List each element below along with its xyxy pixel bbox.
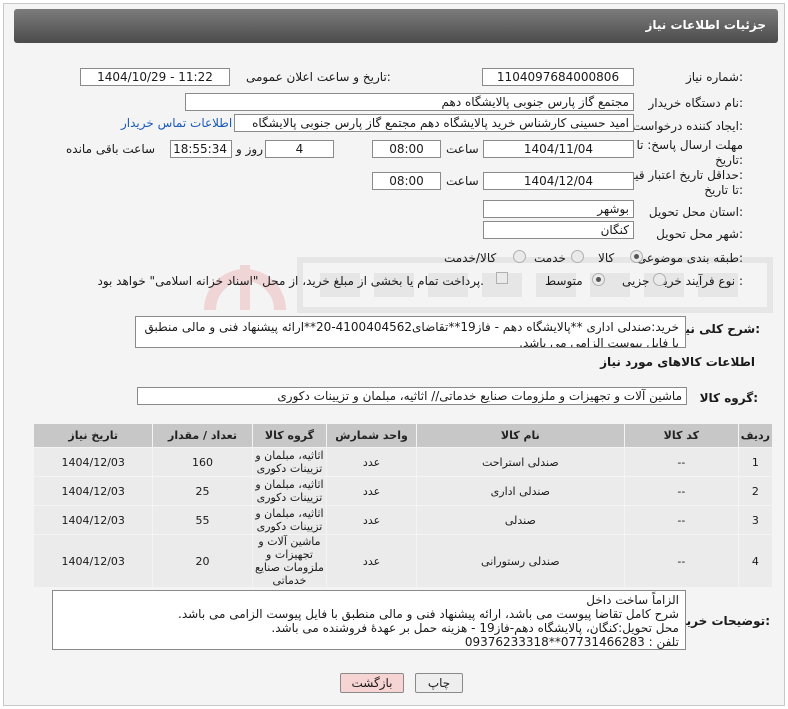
cell-code: --: [623, 476, 739, 506]
process-option-minor: جزیی: [622, 274, 650, 288]
cell-name: صندلی: [415, 505, 625, 535]
cell-name: صندلی اداری: [415, 476, 625, 506]
process-radio-minor[interactable]: [653, 273, 666, 286]
cell-qty: 160: [152, 447, 253, 477]
time-remaining-field: 18:55:34: [170, 140, 232, 158]
need-number-label: شماره نیاز:: [685, 70, 743, 84]
cell-row: 3: [737, 505, 774, 535]
cell-code: --: [623, 534, 739, 588]
reply-deadline-label-2: تاریخ:: [715, 153, 743, 167]
category-option-goods-service: کالا/خدمت: [444, 251, 497, 265]
summary-text: خرید:صندلی اداری **پالایشگاه دهم - فاز19…: [135, 316, 686, 348]
cell-name: صندلی استراحت: [415, 447, 625, 477]
buyer-notes-line: شرح کامل تقاضا پیوست می باشد، ارائه پیشن…: [178, 607, 679, 621]
cell-unit: عدد: [326, 476, 417, 506]
price-validity-time-label: ساعت: [446, 174, 479, 188]
cell-qty: 20: [152, 534, 253, 588]
buyer-org-label: نام دستگاه خریدار:: [648, 96, 744, 110]
col-header-code: کد کالا: [623, 423, 739, 448]
table-row: 1 -- صندلی استراحت عدد اثاثیه، مبلمان و …: [32, 447, 774, 477]
price-validity-label: حداقل تاریخ اعتبار قیمت:: [616, 168, 743, 182]
cell-date: 1404/12/03: [32, 476, 154, 506]
reply-deadline-time-label: ساعت: [446, 142, 479, 156]
treasury-payment-note: پرداخت تمام یا بخشی از مبلغ خرید، از محل…: [97, 274, 484, 288]
goods-group-label: گروه کالا:: [699, 391, 758, 405]
table-row: 3 -- صندلی عدد اثاثیه، مبلمان و تزیینات …: [32, 505, 774, 535]
category-radio-goods[interactable]: [630, 250, 643, 263]
table-header-row: ردیف کد کالا نام کالا واحد شمارش گروه کا…: [32, 423, 774, 448]
reply-deadline-label: مهلت ارسال پاسخ: تا: [636, 138, 743, 152]
cell-row: 4: [737, 534, 774, 588]
time-remaining-label: ساعت باقی مانده: [66, 142, 156, 156]
buyer-notes-line: الزاماً ساخت داخل: [586, 593, 679, 607]
days-label: روز و: [236, 142, 263, 156]
announce-datetime-label: تاریخ و ساعت اعلان عمومی:: [246, 70, 391, 84]
col-header-date: تاریخ نیاز: [32, 423, 154, 448]
buyer-contact-link[interactable]: اطلاعات تماس خریدار: [121, 116, 232, 130]
summary-label: شرح کلی نیاز:: [674, 322, 760, 336]
back-button[interactable]: بازگشت: [340, 673, 404, 693]
category-option-service: خدمت: [534, 251, 566, 265]
cell-date: 1404/12/03: [32, 505, 154, 535]
cell-code: --: [623, 505, 739, 535]
cell-unit: عدد: [326, 505, 417, 535]
buyer-notes-line: تلفن : 07731466283**09376233318: [464, 635, 679, 649]
price-validity-time-field: 08:00: [372, 172, 441, 190]
days-remaining-field: 4: [265, 140, 334, 158]
price-validity-label-2: تا تاریخ:: [704, 183, 743, 197]
buyer-notes-line: محل تحویل:کنگان، پالایشگاه دهم-فاز19 - ه…: [271, 621, 679, 635]
cell-unit: عدد: [326, 534, 417, 588]
process-option-medium: متوسط: [545, 274, 583, 288]
col-header-group: گروه کالا: [251, 423, 328, 448]
category-label: طبقه بندی موضوعی:: [636, 251, 743, 265]
buyer-notes-box[interactable]: الزاماً ساخت داخل شرح کامل تقاضا پیوست م…: [52, 590, 686, 650]
buyer-org-field: مجتمع گاز پارس جنوبی پالایشگاه دهم: [185, 93, 634, 111]
cell-qty: 25: [152, 476, 253, 506]
items-table: ردیف کد کالا نام کالا واحد شمارش گروه کا…: [32, 423, 774, 588]
category-option-goods: کالا: [598, 251, 615, 265]
goods-info-title: اطلاعات کالاهای مورد نیاز: [600, 355, 755, 369]
need-number-field: 1104097684000806: [482, 68, 634, 86]
requester-label: ایجاد کننده درخواست:: [632, 119, 743, 133]
cell-group: اثاثیه، مبلمان و تزیینات دکوری: [251, 447, 328, 477]
category-radio-service[interactable]: [571, 250, 584, 263]
city-label: شهر محل تحویل:: [656, 227, 743, 241]
province-label: استان محل تحویل:: [648, 205, 743, 219]
cell-group: اثاثیه، مبلمان و تزیینات دکوری: [251, 476, 328, 506]
reply-deadline-date-field: 1404/11/04: [483, 140, 634, 158]
col-header-row: ردیف: [737, 423, 774, 448]
col-header-qty: تعداد / مقدار: [152, 423, 253, 448]
category-radio-goods-service[interactable]: [513, 250, 526, 263]
process-radio-medium[interactable]: [592, 273, 605, 286]
announce-datetime-field: 1404/10/29 - 11:22: [80, 68, 230, 86]
province-field: بوشهر: [483, 200, 634, 218]
cell-date: 1404/12/03: [32, 534, 154, 588]
price-validity-date-field: 1404/12/04: [483, 172, 634, 190]
cell-name: صندلی رستورانی: [415, 534, 625, 588]
reply-deadline-time-field: 08:00: [372, 140, 441, 158]
treasury-payment-checkbox[interactable]: [496, 272, 508, 284]
goods-group-field: ماشین آلات و تجهیزات و ملزومات صنایع خدم…: [137, 387, 687, 405]
cell-qty: 55: [152, 505, 253, 535]
cell-date: 1404/12/03: [32, 447, 154, 477]
process-type-label: نوع فرآیند خرید :: [658, 274, 743, 288]
col-header-unit: واحد شمارش: [326, 423, 417, 448]
cell-code: --: [623, 447, 739, 477]
city-field: کنگان: [483, 221, 634, 239]
header-bar: جزئیات اطلاعات نیاز: [14, 9, 778, 43]
cell-row: 2: [737, 476, 774, 506]
table-row: 2 -- صندلی اداری عدد اثاثیه، مبلمان و تز…: [32, 476, 774, 506]
table-row: 4 -- صندلی رستورانی عدد ماشین آلات و تجه…: [32, 534, 774, 588]
print-button[interactable]: چاپ: [415, 673, 463, 693]
cell-group: ماشین آلات و تجهیزات و ملزومات صنایع خدم…: [251, 534, 328, 588]
cell-unit: عدد: [326, 447, 417, 477]
cell-group: اثاثیه، مبلمان و تزیینات دکوری: [251, 505, 328, 535]
requester-field: امید حسینی کارشناس خرید پالایشگاه دهم مج…: [234, 114, 634, 132]
page-title: جزئیات اطلاعات نیاز: [645, 18, 766, 32]
cell-row: 1: [737, 447, 774, 477]
col-header-name: نام کالا: [415, 423, 625, 448]
